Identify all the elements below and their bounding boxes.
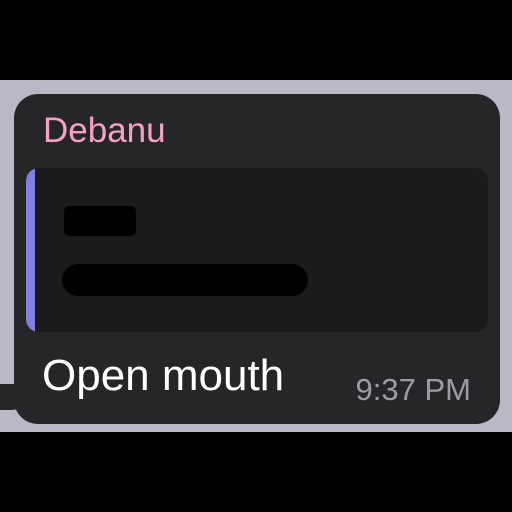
- message-bubble[interactable]: Debanu Open mouth 9:37 PM: [14, 94, 500, 424]
- sender-name[interactable]: Debanu: [43, 111, 166, 151]
- message-text: Open mouth: [42, 351, 285, 400]
- redacted-reply-text: [62, 264, 308, 296]
- message-timestamp: 9:37 PM: [355, 372, 471, 407]
- chat-screenshot: Debanu Open mouth 9:37 PM: [0, 0, 512, 512]
- redacted-reply-sender: [64, 206, 136, 236]
- reply-quote[interactable]: [26, 168, 488, 332]
- reply-accent-bar: [26, 168, 35, 332]
